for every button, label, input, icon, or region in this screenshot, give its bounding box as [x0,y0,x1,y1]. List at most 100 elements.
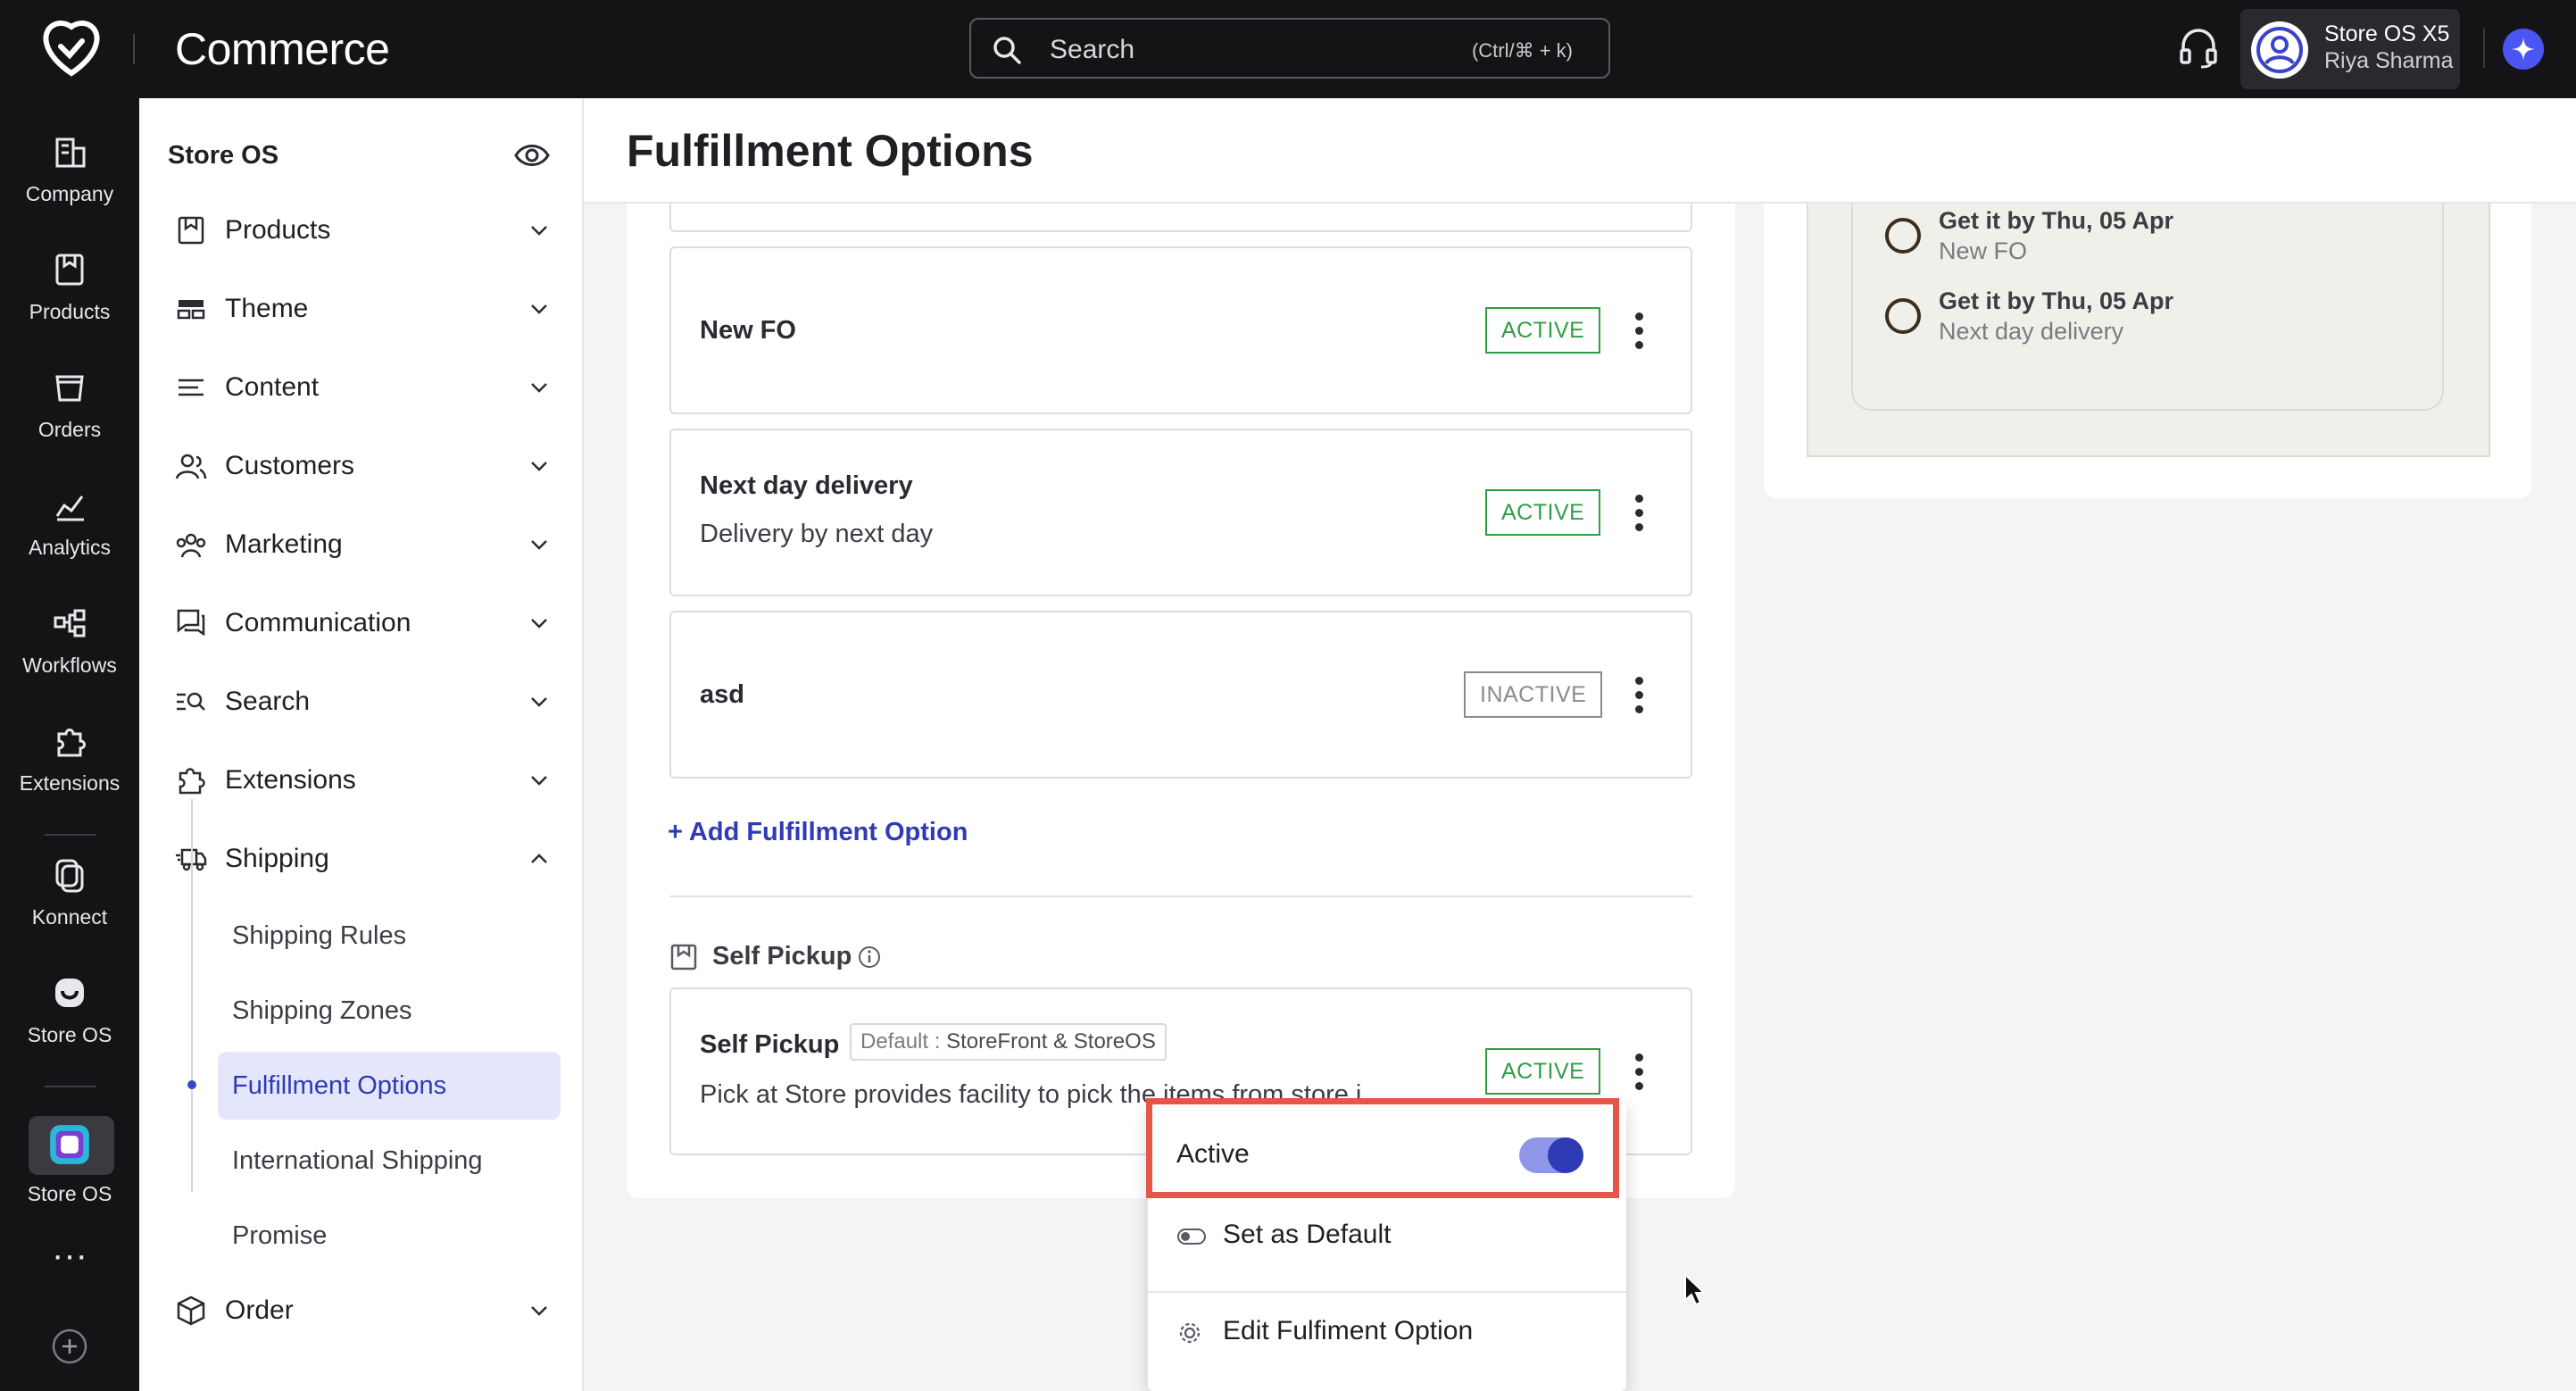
global-search-input[interactable]: Search (Ctrl/⌘ + k) [969,18,1610,79]
page-title: Fulfillment Options [627,126,1034,176]
fulfillment-title: asd [700,680,744,709]
fulfillment-card-partial [669,204,1692,232]
store-os-icon [55,979,84,1007]
ai-assistant-button[interactable] [2503,29,2544,70]
sidebar-item-label: Shipping [225,844,329,873]
sidebar-item-search[interactable]: Search [175,675,550,729]
rail-item-orders[interactable]: Orders [0,368,139,442]
self-pickup-section-title: Self Pickup [712,942,852,970]
sidebar-item-shipping[interactable]: Shipping [175,832,550,886]
search-list-icon [177,692,205,711]
sidebar-item-theme[interactable]: Theme [175,282,550,336]
rail-item-store-os[interactable]: Store OS [0,973,139,1047]
fulfillment-card-asd[interactable]: asd INACTIVE [669,611,1692,779]
highlight-box [1146,1098,1619,1198]
sidebar-item-marketing[interactable]: Marketing [175,518,550,571]
sidebar-item-label: Extensions [225,765,356,795]
status-badge: ACTIVE [1485,307,1601,354]
fulfillment-title: New FO [700,316,796,345]
rail-label: Orders [37,418,102,441]
rail-divider [45,1086,96,1087]
rail-item-workflows[interactable]: Workflows [0,604,139,678]
fulfillment-title: Next day delivery [700,471,913,500]
rail-more-button[interactable]: ··· [0,1237,139,1273]
preview-radio-button [1885,298,1921,334]
kebab-menu-icon[interactable] [1630,1054,1648,1095]
chevron-down-icon [531,697,547,707]
info-icon[interactable] [857,945,882,970]
fulfillment-card-next-day[interactable]: Next day delivery Delivery by next day A… [669,429,1692,596]
sidebar-subitem-promise[interactable]: Promise [232,1221,327,1251]
preview-option-title: Get it by Thu, 05 Apr [1939,207,2174,234]
preview-option-subtitle: Next day delivery [1939,318,2124,345]
add-fulfillment-option-button[interactable]: + Add Fulfillment Option [668,818,968,847]
sidebar-item-label: Search [225,687,311,716]
preview-option-subtitle: New FO [1939,237,2028,264]
rail-label: Products [29,300,111,323]
sidebar-item-extensions[interactable]: Extensions [175,754,550,807]
sidebar-subitem-fulfillment-options[interactable]: Fulfillment Options [232,1071,446,1101]
rail-label: Workflows [22,654,117,677]
fulfillment-card-new-fo[interactable]: New FO ACTIVE [669,246,1692,414]
set-as-default-menu-item[interactable]: Set as Default [1223,1220,1391,1250]
sidebar-item-products[interactable]: Products [175,204,550,257]
rail-label: Extensions [19,771,120,795]
rail-label: Store OS [27,1182,112,1205]
sidebar-item-label: Products [225,215,331,245]
app-title: Commerce [175,24,390,74]
customers-icon [175,454,207,479]
search-placeholder: Search [1050,35,1135,64]
rail-label: Analytics [28,536,112,559]
gear-icon [1179,1322,1201,1344]
sidebar-subitem-shipping-zones[interactable]: Shipping Zones [232,996,412,1026]
rail-label: Konnect [31,905,108,929]
chevron-down-icon [531,540,547,550]
fulfillment-title: Self Pickup [700,1030,840,1059]
rail-divider [45,834,96,836]
rail-item-products[interactable]: Products [0,250,139,324]
chevron-down-icon [531,383,547,393]
kebab-menu-icon[interactable] [1630,677,1648,718]
preview-radio-button [1885,218,1921,254]
products-icon [178,216,204,245]
company-icon [55,137,86,168]
app-rail: Company Products Orders Analytics Workfl… [0,98,139,1391]
account-switcher[interactable]: Store OS X5 Riya Sharma [2240,9,2460,89]
commerce-logo-icon[interactable] [41,20,102,79]
sidebar-item-communication[interactable]: Communication [175,596,550,650]
status-badge: INACTIVE [1464,671,1603,718]
eye-icon[interactable] [514,139,550,171]
sidebar-subitem-shipping-rules[interactable]: Shipping Rules [232,921,406,951]
rail-label: Company [25,182,114,205]
rail-item-extensions[interactable]: Extensions [0,721,139,795]
sidebar-item-order[interactable]: Order [175,1284,550,1337]
sparkle-icon [2512,37,2535,61]
sidebar-subitem-international-shipping[interactable]: International Shipping [232,1146,483,1176]
kebab-menu-icon[interactable] [1630,312,1648,354]
active-indicator-dot [187,1080,196,1089]
toggle-off-icon [1177,1229,1206,1245]
support-headset-icon[interactable] [2178,27,2219,70]
sidebar-title: Store OS [168,141,279,170]
submenu-guide-line [191,799,193,1192]
marketing-icon [176,533,206,558]
default-tag-value: StoreFront & StoreOS [946,1029,1156,1054]
theme-icon [177,300,205,320]
extensions-icon [179,768,205,795]
rail-add-button[interactable] [0,1327,139,1377]
default-tag: Default : StoreFront & StoreOS [850,1023,1167,1061]
extensions-icon [57,729,86,757]
preview-option-title: Get it by Thu, 05 Apr [1939,287,2174,314]
rail-item-konnect[interactable]: Konnect [0,855,139,929]
topbar-divider [2483,29,2485,68]
edit-fulfillment-option-menu-item[interactable]: Edit Fulfiment Option [1223,1316,1473,1346]
status-badge: ACTIVE [1485,1048,1601,1095]
sidebar-item-customers[interactable]: Customers [175,439,550,493]
rail-item-store-os-app[interactable]: Store OS [0,1123,139,1206]
rail-item-analytics[interactable]: Analytics [0,486,139,560]
sidebar-item-content[interactable]: Content [175,361,550,414]
store-os-app-icon [50,1125,89,1164]
rail-item-company[interactable]: Company [0,132,139,206]
content-icon [179,379,204,396]
kebab-menu-icon[interactable] [1630,495,1648,536]
